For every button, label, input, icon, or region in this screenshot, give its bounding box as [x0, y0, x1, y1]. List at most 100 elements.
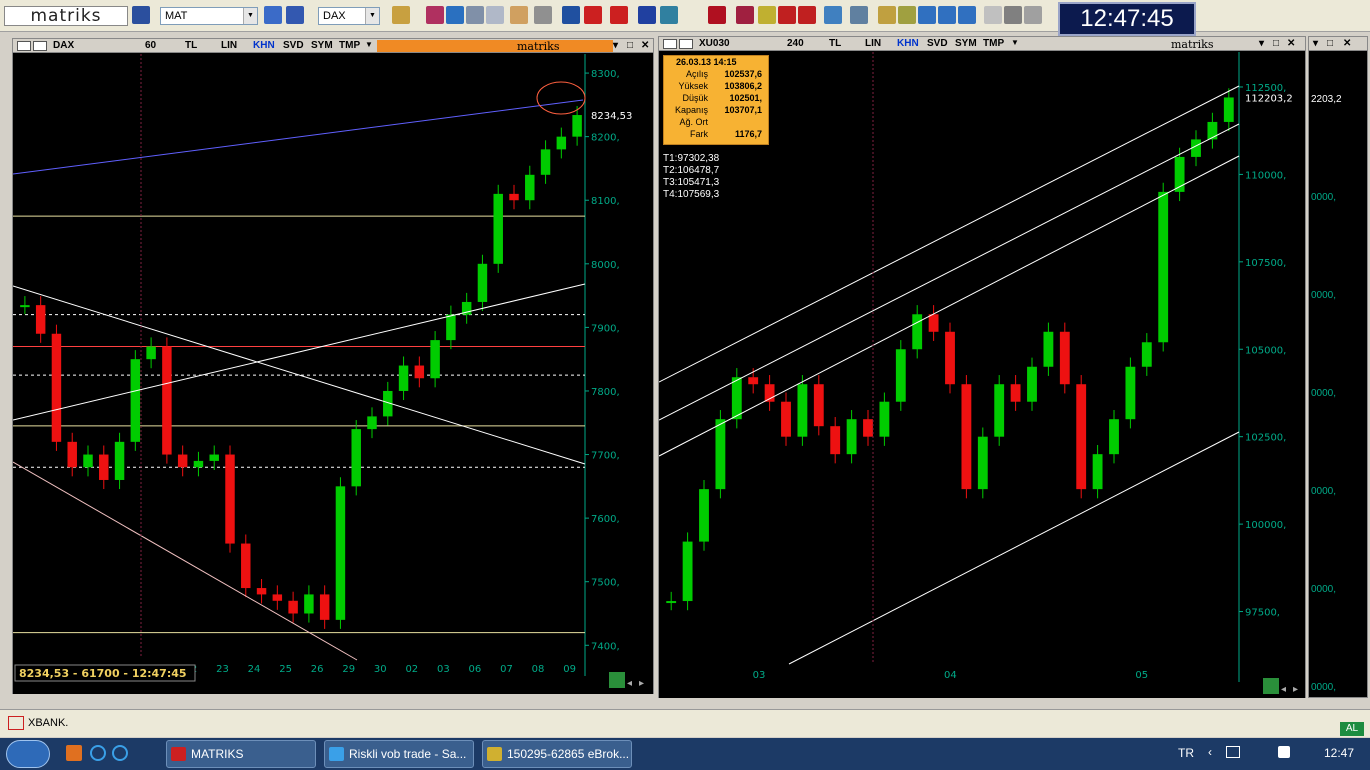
chart-btn-khn[interactable]: KHN: [897, 38, 919, 49]
table-icon[interactable]: [778, 6, 796, 24]
chart-icon[interactable]: [426, 6, 444, 24]
candle-body: [572, 115, 582, 137]
settings-icon[interactable]: [898, 6, 916, 24]
folder-icon[interactable]: [66, 745, 82, 761]
restore-icon[interactable]: □: [1273, 38, 1279, 49]
layout-icon[interactable]: [878, 6, 896, 24]
title-highlight: [377, 40, 613, 52]
speaker-icon[interactable]: [1278, 746, 1290, 758]
start-button[interactable]: [6, 740, 50, 768]
y-tick-label: 110000,: [1245, 170, 1286, 181]
task-matriks[interactable]: MATRIKS: [166, 740, 316, 768]
candle-body: [367, 416, 377, 430]
index-combo[interactable]: DAX ▼: [318, 7, 380, 25]
restore-icon[interactable]: □: [627, 40, 633, 51]
chart-icon[interactable]: [8, 716, 24, 730]
chart-btn-svd[interactable]: SVD: [283, 40, 304, 51]
chart-btn-khn[interactable]: KHN: [253, 40, 275, 51]
clock-icon[interactable]: [486, 6, 504, 24]
al-badge[interactable]: AL: [1340, 722, 1364, 736]
grid-icon[interactable]: [798, 6, 816, 24]
save-icon[interactable]: [132, 6, 150, 24]
candle-body: [556, 136, 567, 150]
info-row-label: Yüksek: [678, 81, 708, 91]
network-icon[interactable]: [660, 6, 678, 24]
picture-icon[interactable]: [466, 6, 484, 24]
window-icon[interactable]: [824, 6, 842, 24]
bank-icon[interactable]: [562, 6, 580, 24]
chart-btn-tl[interactable]: TL: [185, 40, 197, 51]
bulb-icon[interactable]: [758, 6, 776, 24]
chart-period[interactable]: 240: [787, 38, 804, 49]
matriks-mini-logo: [679, 39, 693, 49]
close-icon[interactable]: ✕: [641, 40, 649, 51]
chart-btn-lin[interactable]: LIN: [865, 38, 881, 49]
panel-icon[interactable]: [938, 6, 956, 24]
chart-btn-sym[interactable]: SYM: [311, 40, 333, 51]
cascade-icon[interactable]: [850, 6, 868, 24]
m-icon[interactable]: [708, 6, 726, 24]
ruler-icon[interactable]: [534, 6, 552, 24]
chevron-down-icon[interactable]: ▼: [243, 8, 257, 24]
candle-body: [682, 541, 693, 602]
main-toolbar: matriks MAT ▼ DAX ▼ 12:47:45: [0, 0, 1370, 36]
chevron-down-icon[interactable]: ▼: [365, 40, 373, 49]
chart-btn-tmp[interactable]: TMP: [983, 38, 1004, 49]
restore-icon[interactable]: □: [1327, 38, 1333, 49]
chart-btn-lin[interactable]: LIN: [221, 40, 237, 51]
info-row: Yüksek 103806,2: [664, 80, 768, 92]
globe-icon[interactable]: [446, 6, 464, 24]
y-tick-label: 7800,: [591, 387, 620, 398]
xu030-plot[interactable]: 112500, 110000, 107500, 105000, 102500, 10000…: [658, 52, 1305, 698]
chart-btn-tl[interactable]: TL: [829, 38, 841, 49]
pen-icon[interactable]: [392, 6, 410, 24]
y-tick-label: 112500,: [1245, 83, 1286, 94]
pencil-icon[interactable]: [510, 6, 528, 24]
chevron-down-icon[interactable]: ▼: [1011, 38, 1019, 47]
candle-body: [1059, 331, 1070, 385]
chart-btn-svd[interactable]: SVD: [927, 38, 948, 49]
network-icon[interactable]: [1226, 746, 1240, 758]
a-icon[interactable]: [610, 6, 628, 24]
u-icon[interactable]: [638, 6, 656, 24]
ie-icon[interactable]: [90, 745, 106, 761]
channel-line: [658, 155, 1240, 457]
symbol-combo[interactable]: MAT ▼: [160, 7, 258, 25]
screen-icon[interactable]: [264, 6, 282, 24]
close-icon[interactable]: ✕: [1343, 38, 1351, 49]
candle-body: [715, 419, 726, 490]
eye-icon[interactable]: [736, 6, 754, 24]
tray-time[interactable]: 12:47: [1324, 746, 1354, 760]
minimize-icon[interactable]: ▾: [613, 40, 618, 51]
third-axis-label: 0000,: [1311, 584, 1337, 595]
scroll-left-icon: ◂: [627, 678, 632, 689]
language-indicator[interactable]: TR: [1178, 746, 1194, 760]
chevron-down-icon[interactable]: ▼: [365, 8, 379, 24]
info-row-label: Fark: [690, 129, 708, 139]
taskbar: MATRIKS Riskli vob trade - Sa... 150295-…: [0, 738, 1370, 770]
close-icon[interactable]: ✕: [1287, 38, 1295, 49]
scroll-right-icon: ▸: [639, 678, 644, 689]
panel2-icon[interactable]: [958, 6, 976, 24]
print-icon[interactable]: [1004, 6, 1022, 24]
monitor-icon[interactable]: [918, 6, 936, 24]
mail-icon[interactable]: [984, 6, 1002, 24]
info-icon[interactable]: [286, 6, 304, 24]
b-icon[interactable]: [584, 6, 602, 24]
y-tick-label: 8200,: [591, 133, 620, 144]
chart-btn-sym[interactable]: SYM: [955, 38, 977, 49]
ie-icon[interactable]: [112, 745, 128, 761]
chart-btn-tmp[interactable]: TMP: [339, 40, 360, 51]
dax-plot[interactable]: 8300, 8200, 8100, 8000, 7900, 7800, 7700, 7600,…: [12, 54, 653, 694]
task-browser[interactable]: Riskli vob trade - Sa...: [324, 740, 474, 768]
matriks-mini-logo: [17, 41, 31, 51]
chevron-left-icon[interactable]: ‹: [1208, 745, 1212, 759]
candle-body: [666, 601, 677, 604]
dock-label[interactable]: XBANK.: [28, 717, 68, 729]
minimize-icon[interactable]: ▾: [1259, 38, 1264, 49]
chart-period[interactable]: 60: [145, 40, 156, 51]
watermark: matriks: [1171, 38, 1214, 51]
phone-icon[interactable]: [1024, 6, 1042, 24]
minimize-icon[interactable]: ▾: [1313, 38, 1318, 49]
task-ebroker[interactable]: 150295-62865 eBrok...: [482, 740, 632, 768]
